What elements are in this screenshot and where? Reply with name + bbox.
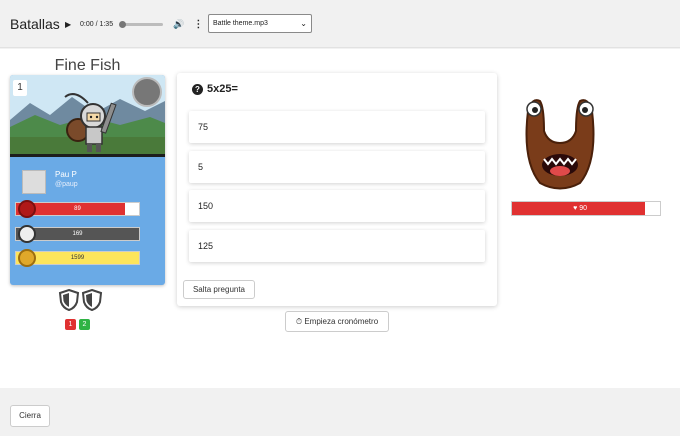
gold-bar: 1599 [15,249,140,267]
right-count-badge: 2 [79,319,90,330]
answer-option[interactable]: 125 [189,230,485,262]
close-button[interactable]: Cierra [10,405,50,427]
answer-option[interactable]: 75 [189,111,485,143]
level-badge: 1 [13,80,27,96]
hp-bar: 89 [15,200,140,218]
score-badges: 1 2 [65,319,90,330]
audio-seek-bar[interactable] [119,20,164,28]
shields [58,289,103,311]
seek-handle[interactable] [119,20,127,28]
battle-area: Fine Fish 1 Pau P @paup 89 169 1599 1 2 … [0,49,680,388]
user-handle: @paup [55,181,78,188]
question: ? 5x25= [192,83,238,95]
user-name: Pau P [55,170,77,179]
wolf-badge-icon [132,77,162,107]
answer-option[interactable]: 5 [189,151,485,183]
question-text: 5x25= [207,83,238,95]
start-timer-label: Empieza cronómetro [304,317,379,326]
monster-hp-bar: ♥ 90 [511,201,661,216]
audio-time: 0:00 / 1:35 [80,20,114,28]
top-bar: Batallas ▶ 0:00 / 1:35 🔊 ⋮ Battle theme.… [0,0,680,48]
chevron-down-icon: ⌄ [300,19,307,28]
heart-icon: ♥ [573,205,578,212]
experience-icon [18,225,36,243]
footer: Cierra [0,388,680,436]
track-select[interactable]: Battle theme.mp3 ⌄ [208,14,312,33]
coin-icon [18,249,36,267]
play-icon[interactable]: ▶ [65,20,73,29]
wrong-count-badge: 1 [65,319,76,330]
volume-icon[interactable]: 🔊 [173,19,184,30]
xp-bar: 169 [15,225,140,243]
question-icon: ? [192,83,203,95]
stopwatch-icon: ⏱ [295,317,303,326]
avatar [22,170,46,194]
monster-hp-number: 90 [579,205,588,212]
monster-image [525,99,595,190]
track-select-value: Battle theme.mp3 [213,20,268,27]
question-panel: ? 5x25= 75 5 150 125 Salta pregunta [177,73,497,306]
skip-question-button[interactable]: Salta pregunta [183,280,255,299]
more-options-icon[interactable]: ⋮ [193,19,203,30]
start-timer-button[interactable]: ⏱ Empieza cronómetro [285,311,389,332]
audio-player[interactable]: ▶ 0:00 / 1:35 🔊 ⋮ [60,13,210,35]
heart-icon [18,200,36,218]
monster-hp-value: ♥ 90 [512,202,648,215]
hero-name: Fine Fish [54,57,121,74]
answer-option[interactable]: 150 [189,190,485,222]
page-title: Batallas [10,16,60,32]
